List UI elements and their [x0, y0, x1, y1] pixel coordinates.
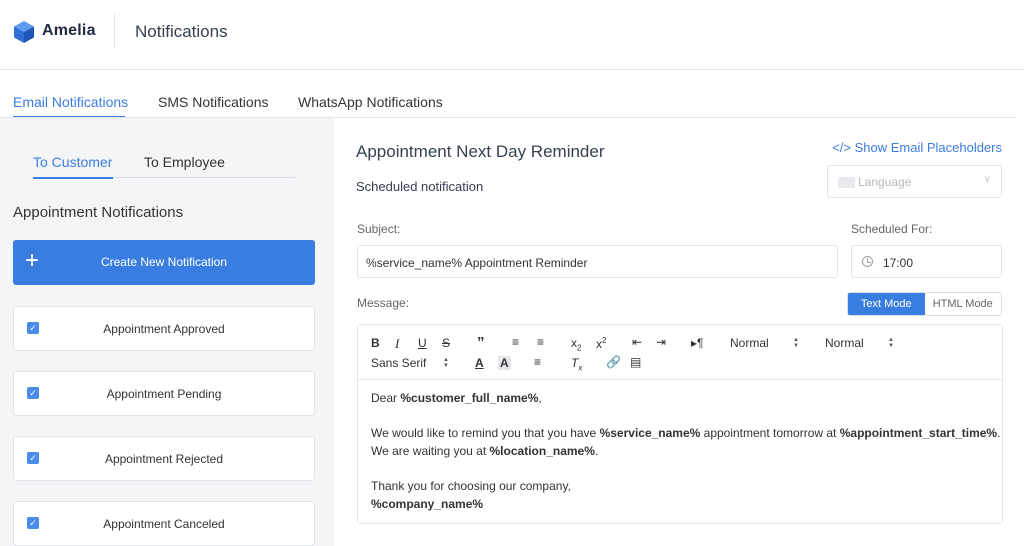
amelia-logo-icon: [14, 21, 34, 43]
tab-whatsapp-notifications[interactable]: WhatsApp Notifications: [298, 94, 443, 110]
text-direction-icon[interactable]: ▸¶: [691, 336, 703, 350]
blockquote-icon[interactable]: ”: [477, 334, 485, 351]
subject-input[interactable]: %service_name% Appointment Reminder: [357, 245, 838, 278]
placeholder-token: %company_name%: [371, 497, 484, 511]
notification-item-rejected[interactable]: ✓ Appointment Rejected: [13, 436, 315, 481]
italic-icon[interactable]: I: [395, 336, 399, 352]
section-title: Appointment Notifications: [13, 204, 184, 221]
language-placeholder: Language: [858, 175, 912, 189]
placeholder-token: %customer_full_name%: [400, 391, 539, 405]
font-select[interactable]: Sans Serif ▲ ▼: [371, 356, 456, 370]
underline-icon[interactable]: U: [418, 336, 427, 350]
text: We are waiting you at: [371, 444, 490, 458]
top-bar: Amelia Notifications: [0, 0, 1024, 70]
message-editor[interactable]: B I U S ” ≡ ≡ x2 x2 ⇤ ⇥ ▸¶ Normal ▲ ▼ Nor…: [357, 324, 1003, 524]
text: Dear: [371, 391, 401, 405]
text-mode-button[interactable]: Text Mode: [848, 293, 925, 315]
message-content[interactable]: Dear %customer_full_name%, We would like…: [371, 389, 1000, 513]
background-color-icon[interactable]: A: [498, 356, 511, 370]
subtab-to-employee[interactable]: To Employee: [144, 154, 225, 170]
notification-label: Appointment Pending: [106, 387, 222, 401]
tab-sms-notifications[interactable]: SMS Notifications: [158, 94, 268, 110]
select-arrows-icon: ▲ ▼: [793, 337, 799, 349]
notification-item-approved[interactable]: ✓ Appointment Approved: [13, 306, 315, 351]
size-select-value: Normal: [825, 336, 864, 350]
header-divider: [114, 14, 115, 48]
select-arrows-icon: ▲ ▼: [888, 337, 894, 349]
bold-icon[interactable]: B: [371, 336, 380, 350]
notification-subtitle: Scheduled notification: [356, 179, 484, 194]
language-select[interactable]: Language ∨: [827, 165, 1002, 198]
subtab-to-customer[interactable]: To Customer: [33, 154, 112, 170]
ordered-list-icon[interactable]: ≡: [512, 335, 519, 349]
image-icon[interactable]: ▤: [630, 355, 641, 369]
clock-icon: [862, 256, 873, 267]
chevron-down-icon: ∨: [983, 174, 991, 185]
select-arrows-icon: ▲ ▼: [443, 357, 449, 369]
placeholder-token: %service_name%: [599, 426, 701, 440]
notification-label: Appointment Canceled: [103, 517, 225, 531]
text: We would like to remind you that you hav…: [371, 426, 600, 440]
bullet-list-icon[interactable]: ≡: [537, 335, 544, 349]
subject-value: %service_name% Appointment Reminder: [366, 256, 588, 270]
link-icon[interactable]: 🔗: [606, 355, 621, 369]
scheduled-time-input[interactable]: 17:00: [851, 245, 1002, 278]
create-button-label: Create New Notification: [100, 255, 228, 269]
message-line: Thank you for choosing our company,: [371, 479, 571, 493]
message-line: We are waiting you at %location_name%.: [371, 442, 1000, 460]
editor-toolbar: B I U S ” ≡ ≡ x2 x2 ⇤ ⇥ ▸¶ Normal ▲ ▼ Nor…: [358, 325, 1002, 380]
text: appointment tomorrow at: [700, 426, 840, 440]
text: .: [594, 444, 599, 458]
create-new-notification-button[interactable]: + Create New Notification: [13, 240, 315, 285]
message-label: Message:: [357, 296, 410, 310]
notification-label: Appointment Approved: [103, 322, 225, 336]
message-line: We would like to remind you that you hav…: [371, 424, 1000, 442]
size-select[interactable]: Normal ▲ ▼: [825, 336, 900, 350]
text: .: [997, 426, 1001, 440]
message-greeting: Dear %customer_full_name%,: [371, 389, 1000, 407]
brand-name: Amelia: [42, 22, 96, 39]
editor-mode-toggle: Text Mode HTML Mode: [847, 292, 1002, 316]
align-icon[interactable]: ≡: [534, 355, 541, 369]
left-panel: To Customer To Employee Appointment Noti…: [0, 118, 334, 546]
clear-formatting-icon[interactable]: Tx: [571, 356, 582, 372]
superscript-icon[interactable]: x2: [596, 336, 606, 351]
subject-label: Subject:: [357, 222, 401, 236]
notification-detail-panel: Appointment Next Day Reminder </> Show E…: [334, 118, 1024, 546]
heading-select-value: Normal: [730, 336, 769, 350]
notification-item-pending[interactable]: ✓ Appointment Pending: [13, 371, 315, 416]
page-title: Notifications: [135, 22, 228, 41]
flag-icon: [838, 177, 855, 188]
text: ,: [538, 391, 542, 405]
active-subtab-indicator: [33, 177, 113, 179]
indent-icon[interactable]: ⇥: [656, 335, 666, 349]
notification-label: Appointment Rejected: [104, 452, 224, 466]
text-color-icon[interactable]: A: [475, 356, 484, 370]
scheduled-time-value: 17:00: [883, 256, 914, 270]
notification-item-canceled[interactable]: ✓ Appointment Canceled: [13, 501, 315, 546]
notification-title: Appointment Next Day Reminder: [356, 142, 605, 161]
message-signature: %company_name%: [371, 495, 1000, 513]
subscript-icon[interactable]: x2: [571, 336, 581, 352]
outdent-icon[interactable]: ⇤: [632, 335, 642, 349]
main-tabs: Email Notifications SMS Notifications Wh…: [0, 70, 1024, 118]
strikethrough-icon[interactable]: S: [442, 336, 450, 350]
placeholder-token: %appointment_start_time%: [839, 426, 998, 440]
font-select-value: Sans Serif: [371, 356, 427, 370]
show-email-placeholders-link[interactable]: </> Show Email Placeholders: [832, 140, 1002, 155]
tab-email-notifications[interactable]: Email Notifications: [13, 94, 128, 110]
html-mode-button[interactable]: HTML Mode: [924, 293, 1001, 315]
placeholder-token: %location_name%: [489, 444, 595, 458]
heading-select[interactable]: Normal ▲ ▼: [730, 336, 805, 350]
scheduled-for-label: Scheduled For:: [851, 222, 933, 236]
